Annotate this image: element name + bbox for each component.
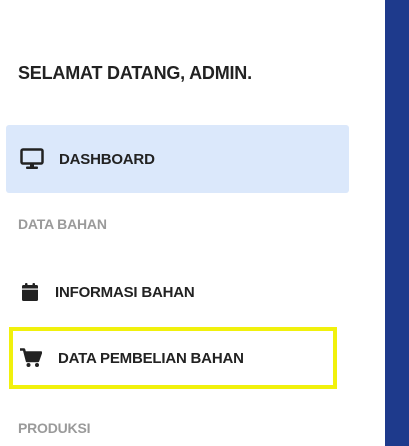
welcome-heading: SELAMAT DATANG, ADMIN. — [18, 63, 252, 83]
cart-icon — [20, 348, 42, 368]
calendar-icon — [22, 283, 38, 301]
monitor-icon — [19, 148, 45, 170]
sidebar-item-dashboard[interactable]: DASHBOARD — [6, 125, 349, 193]
section-heading-data-bahan: DATA BAHAN — [18, 216, 107, 232]
main-content-panel — [385, 0, 409, 446]
sidebar-item-informasi-bahan[interactable]: INFORMASI BAHAN — [8, 274, 348, 310]
sidebar-item-label: DATA PEMBELIAN BAHAN — [58, 349, 244, 367]
page: SELAMAT DATANG, ADMIN. DASHBOARD DATA BA… — [0, 0, 409, 446]
sidebar-item-data-pembelian-bahan[interactable]: DATA PEMBELIAN BAHAN — [9, 327, 337, 389]
section-heading-produksi: PRODUKSI — [18, 420, 91, 436]
sidebar: SELAMAT DATANG, ADMIN. DASHBOARD DATA BA… — [0, 0, 385, 446]
sidebar-item-label: INFORMASI BAHAN — [55, 283, 195, 301]
sidebar-item-label: DASHBOARD — [59, 150, 155, 168]
